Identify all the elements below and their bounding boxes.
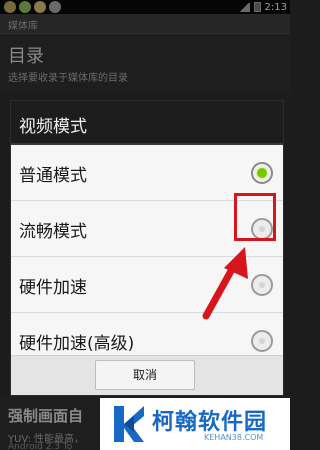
watermark-url: KEHAN38.COM: [204, 433, 264, 442]
action-bar-title: 媒体库: [8, 21, 38, 32]
watermark-name: 柯翰软件园: [152, 410, 268, 435]
signal-icon: [237, 2, 250, 12]
status-bar: 2:13: [0, 0, 290, 14]
dialog-header: 视频模式: [11, 101, 283, 145]
app-notification-icon: [19, 1, 31, 13]
setting-title: 目录: [8, 46, 44, 67]
option-hardware-acceleration[interactable]: 硬件加速: [11, 257, 283, 313]
option-label: 硬件加速(高级): [19, 334, 135, 354]
radio-unchecked-icon[interactable]: [251, 274, 273, 296]
dialog-title: 视频模式: [19, 117, 87, 137]
radio-checked-icon[interactable]: [251, 162, 273, 184]
watermark: 柯翰软件园 KEHAN38.COM: [100, 398, 290, 450]
radio-unchecked-icon[interactable]: [251, 330, 273, 352]
option-label: 硬件加速: [19, 278, 87, 298]
app-notification-icon: [4, 1, 16, 13]
setting-title: 强制画面自: [8, 407, 84, 425]
cancel-button[interactable]: 取消: [95, 360, 195, 390]
option-label: 普通模式: [19, 166, 87, 186]
app-notification-icon: [49, 1, 61, 13]
notification-icons: [4, 1, 61, 13]
video-mode-dialog: 视频模式 普通模式 流畅模式 硬件加速 硬件加速(高级) 取消: [10, 100, 284, 396]
kehan-logo-icon: [114, 406, 144, 442]
app-notification-icon: [34, 1, 46, 13]
highlight-box: [234, 193, 276, 241]
option-label: 流畅模式: [19, 222, 87, 242]
setting-subtitle: Android 2.3 To: [8, 442, 73, 450]
status-right: 2:13: [237, 0, 287, 14]
dialog-footer: 取消: [11, 355, 283, 395]
directory-setting[interactable]: 目录 选择要收录于媒体库的目录: [0, 34, 290, 94]
clock: 2:13: [264, 1, 287, 13]
action-bar: 媒体库: [0, 14, 290, 34]
battery-icon: [253, 2, 261, 12]
setting-subtitle: 选择要收录于媒体库的目录: [8, 73, 128, 84]
